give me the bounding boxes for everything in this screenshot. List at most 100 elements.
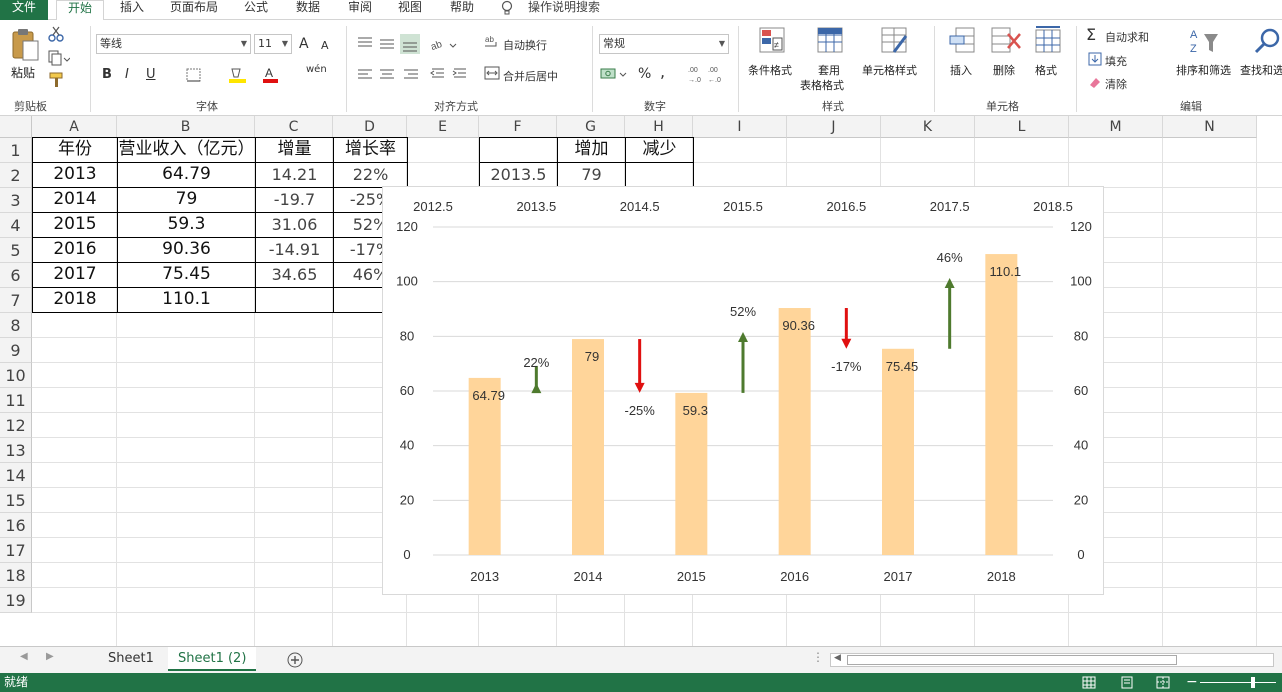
row-header-14[interactable]: 14 bbox=[0, 463, 32, 488]
tab-formulas[interactable]: 公式 bbox=[236, 0, 276, 20]
row-header-9[interactable]: 9 bbox=[0, 338, 32, 363]
column-header-b[interactable]: B bbox=[117, 116, 255, 138]
column-header-c[interactable]: C bbox=[255, 116, 333, 138]
copy-icon[interactable] bbox=[48, 50, 70, 66]
row-header-17[interactable]: 17 bbox=[0, 538, 32, 563]
font-color-icon[interactable]: A bbox=[262, 66, 280, 84]
aux-cell-increase[interactable]: 79 bbox=[557, 162, 626, 188]
conditional-format-button[interactable]: ≠ 条件格式 bbox=[746, 26, 798, 96]
tab-page-layout[interactable]: 页面布局 bbox=[162, 0, 226, 20]
number-format-combo[interactable]: 常规 ▼ bbox=[599, 34, 729, 54]
column-header-a[interactable]: A bbox=[32, 116, 117, 138]
row-header-15[interactable]: 15 bbox=[0, 488, 32, 513]
row-header-6[interactable]: 6 bbox=[0, 263, 32, 288]
column-header-f[interactable]: F bbox=[479, 116, 557, 138]
wrap-text-icon[interactable]: ab bbox=[484, 34, 500, 50]
autosum-button[interactable]: 自动求和 bbox=[1105, 29, 1149, 45]
row-header-16[interactable]: 16 bbox=[0, 513, 32, 538]
horizontal-align-icons[interactable] bbox=[356, 68, 422, 82]
normal-view-icon[interactable] bbox=[1082, 676, 1096, 689]
table-cell-delta[interactable]: 34.65 bbox=[255, 262, 334, 288]
insert-cells-button[interactable]: 插入 bbox=[944, 26, 984, 96]
column-header-g[interactable]: G bbox=[557, 116, 625, 138]
header-cell-growth[interactable]: 增长率 bbox=[333, 137, 408, 163]
column-header-h[interactable]: H bbox=[625, 116, 693, 138]
percent-button[interactable]: % bbox=[638, 66, 651, 82]
find-select-button[interactable]: 查找和选择 bbox=[1240, 26, 1282, 96]
table-cell-revenue[interactable]: 90.36 bbox=[117, 237, 256, 263]
decimal-icons[interactable]: .00 →.0 .00 ←.0 bbox=[688, 64, 728, 84]
row-header-10[interactable]: 10 bbox=[0, 363, 32, 388]
table-cell-growth[interactable]: 22% bbox=[333, 162, 408, 188]
zoom-out-button[interactable]: − bbox=[1186, 673, 1198, 692]
splitter-handle[interactable]: ⋮ bbox=[812, 650, 824, 664]
table-cell-year[interactable]: 2016 bbox=[32, 237, 118, 263]
table-cell-revenue[interactable]: 110.1 bbox=[117, 287, 256, 313]
aux-header-cell-blank[interactable] bbox=[479, 137, 558, 163]
currency-icon[interactable] bbox=[600, 66, 630, 82]
table-cell-revenue[interactable]: 75.45 bbox=[117, 262, 256, 288]
header-cell-year[interactable]: 年份 bbox=[32, 137, 118, 163]
scrollbar-thumb[interactable] bbox=[847, 655, 1177, 665]
zoom-slider-track[interactable] bbox=[1200, 682, 1276, 683]
header-cell-revenue[interactable]: 营业收入（亿元） bbox=[117, 137, 256, 163]
shrink-font-button[interactable]: A bbox=[321, 39, 329, 52]
row-header-2[interactable]: 2 bbox=[0, 163, 32, 188]
row-header-5[interactable]: 5 bbox=[0, 238, 32, 263]
tab-data[interactable]: 数据 bbox=[288, 0, 328, 20]
format-painter-icon[interactable] bbox=[48, 72, 66, 88]
bold-button[interactable]: B bbox=[102, 67, 112, 82]
italic-button[interactable]: I bbox=[125, 67, 129, 82]
header-cell-delta[interactable]: 增量 bbox=[255, 137, 334, 163]
font-size-combo[interactable]: 11 ▼ bbox=[254, 34, 292, 54]
font-name-combo[interactable]: 等线 ▼ bbox=[96, 34, 251, 54]
format-cells-button[interactable]: 格式 bbox=[1030, 26, 1070, 96]
border-icon[interactable] bbox=[186, 68, 202, 82]
row-header-3[interactable]: 3 bbox=[0, 188, 32, 213]
zoom-slider-thumb[interactable] bbox=[1251, 677, 1255, 688]
row-header-19[interactable]: 19 bbox=[0, 588, 32, 613]
phonetic-button[interactable]: wén bbox=[306, 64, 327, 75]
row-header-12[interactable]: 12 bbox=[0, 413, 32, 438]
sort-filter-button[interactable]: AZ 排序和筛选 bbox=[1176, 26, 1238, 96]
scroll-left-arrow-icon[interactable]: ◀ bbox=[834, 653, 841, 663]
clear-button[interactable]: 清除 bbox=[1105, 76, 1127, 92]
format-as-table-button[interactable]: 套用 表格格式 bbox=[800, 26, 860, 96]
column-header-j[interactable]: J bbox=[787, 116, 881, 138]
scroll-right-icon[interactable]: ▶ bbox=[46, 651, 54, 662]
add-sheet-icon[interactable] bbox=[287, 652, 303, 668]
page-break-view-icon[interactable] bbox=[1156, 676, 1170, 689]
orientation-icon[interactable]: ab bbox=[430, 36, 458, 52]
row-header-13[interactable]: 13 bbox=[0, 438, 32, 463]
aux-header-cell-decrease[interactable]: 减少 bbox=[625, 137, 694, 163]
table-cell-year[interactable]: 2018 bbox=[32, 287, 118, 313]
table-cell-delta[interactable]: -14.91 bbox=[255, 237, 334, 263]
table-cell-revenue[interactable]: 79 bbox=[117, 187, 256, 213]
table-cell-year[interactable]: 2014 bbox=[32, 187, 118, 213]
cut-icon[interactable] bbox=[48, 26, 64, 42]
table-cell-revenue[interactable]: 64.79 bbox=[117, 162, 256, 188]
column-header-d[interactable]: D bbox=[333, 116, 407, 138]
row-header-11[interactable]: 11 bbox=[0, 388, 32, 413]
fill-color-icon[interactable] bbox=[228, 66, 248, 84]
scroll-left-icon[interactable]: ◀ bbox=[20, 651, 28, 662]
row-header-4[interactable]: 4 bbox=[0, 213, 32, 238]
vertical-align-icons[interactable] bbox=[356, 34, 422, 54]
page-layout-view-icon[interactable] bbox=[1120, 676, 1134, 689]
chart-area[interactable]: 0 0 20 20 40 40 60 60 80 80 100 100 120 120 2012.5 2013… bbox=[382, 186, 1104, 595]
cell-styles-button[interactable]: 单元格样式 bbox=[862, 26, 928, 96]
indent-icons[interactable] bbox=[430, 66, 470, 82]
horizontal-scrollbar[interactable]: ◀ bbox=[830, 653, 1274, 667]
delete-cells-button[interactable]: 删除 bbox=[988, 26, 1028, 96]
column-header-e[interactable]: E bbox=[407, 116, 479, 138]
table-cell-revenue[interactable]: 59.3 bbox=[117, 212, 256, 238]
paste-button[interactable]: 粘贴 bbox=[8, 26, 44, 86]
row-header-18[interactable]: 18 bbox=[0, 563, 32, 588]
tab-view[interactable]: 视图 bbox=[390, 0, 430, 20]
table-cell-delta[interactable] bbox=[255, 287, 334, 313]
table-cell-year[interactable]: 2017 bbox=[32, 262, 118, 288]
column-header-n[interactable]: N bbox=[1163, 116, 1257, 138]
sheet-tab-sheet1-2[interactable]: Sheet1 (2) bbox=[168, 647, 257, 671]
row-header-8[interactable]: 8 bbox=[0, 313, 32, 338]
merge-center-button[interactable]: 合并后居中 bbox=[503, 68, 558, 84]
